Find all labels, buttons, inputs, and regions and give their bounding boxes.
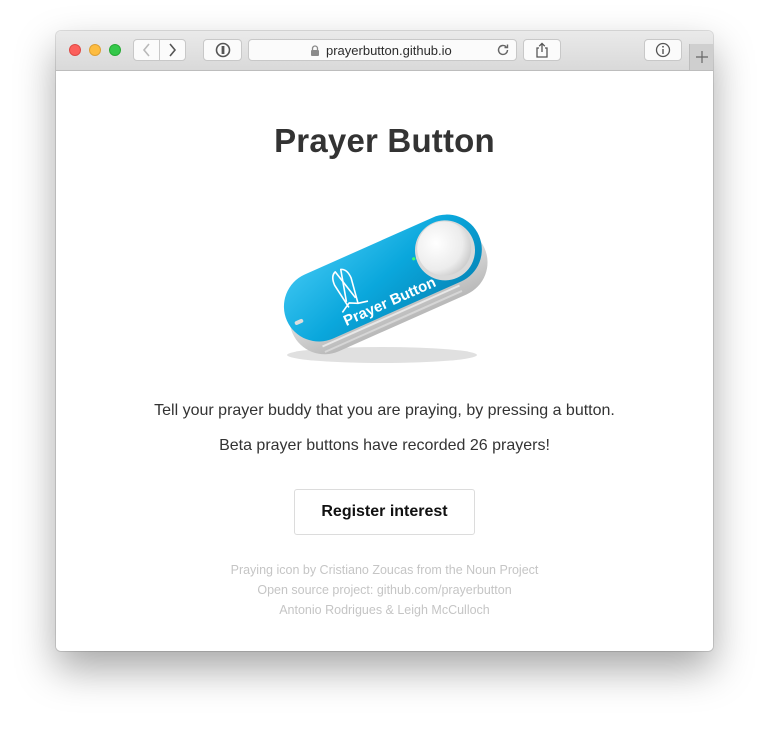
address-url: prayerbutton.github.io — [326, 43, 452, 58]
reload-icon[interactable] — [496, 43, 510, 57]
chevron-right-icon — [169, 43, 177, 57]
minimize-window-button[interactable] — [89, 44, 101, 56]
credits: Praying icon by Cristiano Zoucas from th… — [56, 560, 713, 620]
back-button[interactable] — [134, 40, 159, 60]
history-nav-group — [133, 39, 186, 61]
info-icon — [655, 42, 671, 58]
browser-window: prayerbutton.github.io Prayer Button Pra… — [56, 31, 713, 651]
zoom-window-button[interactable] — [109, 44, 121, 56]
prayer-count-text: Beta prayer buttons have recorded 26 pra… — [219, 437, 550, 454]
new-tab-button[interactable] — [689, 44, 713, 70]
address-bar[interactable]: prayerbutton.github.io — [248, 39, 517, 61]
register-interest-button[interactable]: Register interest — [294, 489, 475, 535]
share-button[interactable] — [523, 39, 561, 61]
browser-toolbar: prayerbutton.github.io — [56, 31, 713, 71]
reader-icon — [215, 42, 230, 58]
forward-button[interactable] — [160, 40, 185, 60]
chevron-left-icon — [142, 43, 150, 57]
info-button[interactable] — [644, 39, 682, 61]
credit-icon-attribution[interactable]: Praying icon by Cristiano Zoucas from th… — [56, 560, 713, 580]
close-window-button[interactable] — [69, 44, 81, 56]
tagline: Tell your prayer buddy that you are pray… — [154, 402, 615, 419]
plus-icon — [695, 51, 708, 63]
credit-open-source[interactable]: Open source project: github.com/prayerbu… — [56, 580, 713, 600]
lock-icon — [311, 45, 319, 56]
page-title: Prayer Button — [274, 122, 495, 159]
page-content: Prayer Button Prayer Button Tell your pr… — [56, 71, 713, 651]
credit-authors[interactable]: Antonio Rodrigues & Leigh McCulloch — [56, 600, 713, 620]
prayer-button-device-image: Prayer Button — [283, 214, 488, 363]
share-icon — [536, 42, 548, 58]
reader-button[interactable] — [203, 39, 242, 61]
